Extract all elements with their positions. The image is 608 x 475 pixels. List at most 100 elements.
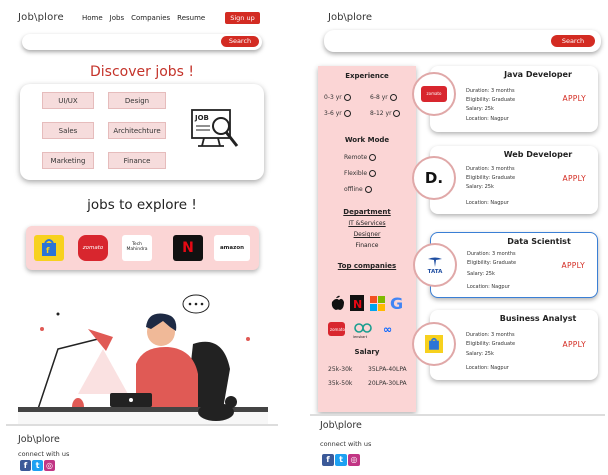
zomato-icon: zomato — [328, 322, 345, 336]
flipkart-logo[interactable]: f — [34, 235, 64, 261]
job-card[interactable]: zomato Java Developer Duration: 3 months… — [412, 66, 598, 132]
workmode-flexible[interactable]: Flexible — [344, 170, 377, 177]
apple-icon — [331, 295, 344, 310]
radio-icon — [364, 186, 372, 193]
facebook-icon[interactable]: f — [322, 454, 334, 466]
svg-text:JOB: JOB — [194, 114, 209, 122]
exp-6-8[interactable]: 6-8 yr — [370, 94, 397, 101]
jobs-screen: Job\plore Search Experience 0-3 yr 6-8 y… — [310, 4, 605, 472]
exp-8-12[interactable]: 8-12 yr — [370, 110, 401, 117]
svg-text:N: N — [353, 298, 362, 311]
footer-logo[interactable]: Job\plore — [320, 420, 362, 431]
meta-icon: ∞ — [383, 323, 392, 336]
facebook-icon[interactable]: f — [20, 460, 31, 471]
job-eligibility: Eligibility: Graduate — [466, 97, 516, 103]
workmode-offline[interactable]: offline — [344, 186, 372, 193]
social-links: f t ◎ — [20, 460, 55, 471]
social-links: f t ◎ — [322, 454, 360, 466]
home-screen: Job\plore Home Jobs Companies Resume Sig… — [6, 4, 278, 472]
job-title: Web Developer — [503, 150, 573, 159]
twitter-icon[interactable]: t — [335, 454, 347, 466]
category-architecture[interactable]: Architechture — [108, 122, 166, 139]
instagram-icon[interactable]: ◎ — [44, 460, 55, 471]
experience-heading: Experience — [345, 72, 389, 80]
job-location: Location: Nagpur — [466, 200, 509, 206]
exp-3-6[interactable]: 3-6 yr — [324, 110, 351, 117]
workmode-remote[interactable]: Remote — [344, 154, 377, 161]
category-box: UI/UX Design Sales Architechture Marketi… — [20, 84, 264, 180]
job-card[interactable]: D. Web Developer Duration: 3 months Elig… — [412, 146, 598, 214]
search-button[interactable]: Search — [221, 36, 259, 47]
footer-connect-text: connect with us — [320, 440, 372, 448]
app-logo[interactable]: Job\plore — [18, 12, 64, 23]
nav-companies[interactable]: Companies — [131, 14, 170, 22]
search-input[interactable]: Search — [324, 30, 601, 52]
app-logo[interactable]: Job\plore — [328, 12, 372, 23]
job-location: Location: Nagpur — [466, 116, 509, 122]
job-duration: Duration: 3 months — [466, 166, 515, 172]
company-logo: flipkart — [412, 322, 456, 366]
job-eligibility: Eligibility: Graduate — [467, 260, 517, 266]
flipkart-icon — [425, 335, 443, 353]
job-card[interactable]: flipkart Business Analyst Duration: 3 mo… — [412, 310, 598, 380]
svg-text:∞: ∞ — [383, 323, 392, 336]
top-nav: Job\plore Home Jobs Companies Resume Sig… — [6, 10, 278, 28]
nav-resume[interactable]: Resume — [177, 14, 205, 22]
category-design[interactable]: Design — [108, 92, 166, 109]
salary-20lpa-30lpa[interactable]: 20LPA-30LPA — [368, 380, 407, 387]
company-strip: f zomato Tech Mahindra N amazon — [26, 226, 259, 270]
radio-icon — [389, 94, 397, 101]
search-button[interactable]: Search — [551, 35, 595, 47]
nav-home[interactable]: Home — [82, 14, 103, 22]
footer-connect-text: connect with us — [18, 450, 70, 458]
tech-mahindra-logo[interactable]: Tech Mahindra — [122, 235, 152, 261]
company-logo: zomato — [412, 72, 456, 116]
twitter-icon[interactable]: t — [32, 460, 43, 471]
radio-icon — [393, 110, 401, 117]
top-companies-heading: Top companies — [337, 262, 397, 270]
svg-text:f: f — [46, 246, 50, 255]
workmode-heading: Work Mode — [344, 136, 390, 144]
signup-button[interactable]: Sign up — [225, 12, 260, 24]
job-eligibility: Eligibility: Graduate — [466, 175, 516, 181]
category-marketing[interactable]: Marketing — [42, 152, 94, 169]
apply-button[interactable]: APPLY — [562, 261, 585, 270]
footer-logo[interactable]: Job\plore — [18, 434, 60, 445]
radio-icon — [369, 170, 377, 177]
category-uiux[interactable]: UI/UX — [42, 92, 94, 109]
netflix-logo[interactable]: N — [173, 235, 203, 261]
netflix-icon: N — [350, 295, 364, 311]
lenskart-icon: lenskart — [353, 323, 372, 339]
dept-it[interactable]: IT &Services — [318, 220, 416, 227]
nav-jobs[interactable]: Jobs — [110, 14, 124, 22]
job-duration: Duration: 3 months — [466, 88, 515, 94]
salary-35lpa-40lpa[interactable]: 35LPA-40LPA — [368, 366, 407, 373]
instagram-icon[interactable]: ◎ — [348, 454, 360, 466]
job-card-selected[interactable]: TATA Data Scientist Duration: 3 months E… — [413, 232, 598, 298]
windows-icon — [370, 296, 385, 311]
dept-designer[interactable]: Designer — [318, 231, 416, 238]
worker-illustration — [18, 294, 268, 424]
radio-icon — [343, 94, 351, 101]
apply-button[interactable]: APPLY — [563, 174, 586, 183]
job-title: Business Analyst — [499, 314, 577, 323]
dept-finance[interactable]: Finance — [318, 242, 416, 249]
radio-icon — [343, 110, 351, 117]
apply-button[interactable]: APPLY — [563, 94, 586, 103]
top-company-logos-row1: N G — [331, 294, 403, 312]
explore-title: jobs to explore ! — [87, 197, 197, 213]
zomato-logo[interactable]: zomato — [78, 235, 108, 261]
job-location: Location: Nagpur — [467, 284, 510, 290]
svg-text:G: G — [390, 294, 403, 312]
job-search-icon: JOB — [191, 109, 239, 147]
discover-title: Discover jobs ! — [89, 64, 195, 80]
search-input[interactable]: Search — [22, 34, 262, 50]
category-sales[interactable]: Sales — [42, 122, 94, 139]
footer: Job\plore connect with us f t ◎ — [310, 414, 605, 472]
salary-25k-30k[interactable]: 25k-30k — [328, 366, 352, 373]
category-finance[interactable]: Finance — [108, 152, 166, 169]
exp-0-3[interactable]: 0-3 yr — [324, 94, 351, 101]
apply-button[interactable]: APPLY — [563, 340, 586, 349]
salary-35k-50k[interactable]: 35k-50k — [328, 380, 352, 387]
amazon-logo[interactable]: amazon — [214, 235, 250, 261]
